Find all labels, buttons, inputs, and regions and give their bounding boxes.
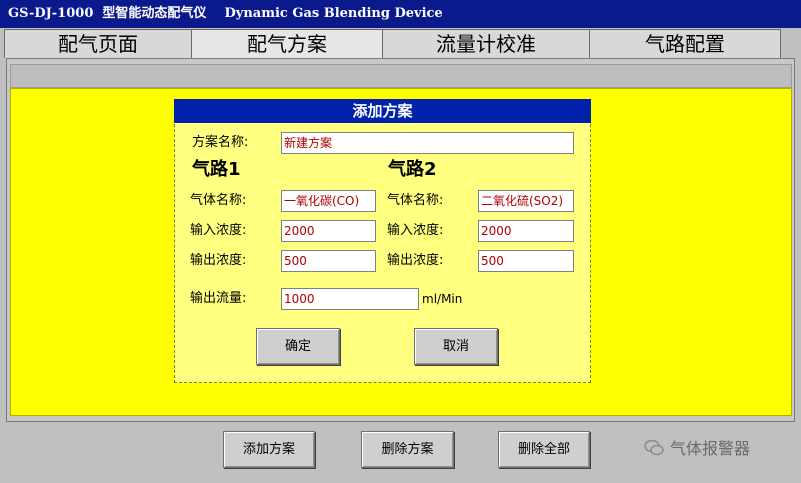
path1-gas-input[interactable]: 一氧化碳(CO) [281,190,376,212]
delete-all-button[interactable]: 删除全部 [498,431,590,468]
dialog-title: 添加方案 [174,99,591,123]
tab-label: 流量计校准 [436,32,536,56]
output-flow-label: 输出流量: [190,291,247,306]
tab-bar: 配气页面 配气方案 流量计校准 气路配置 [0,28,801,58]
cancel-button[interactable]: 取消 [414,328,498,365]
delete-scheme-button[interactable]: 删除方案 [361,431,454,468]
path2-heading: 气路2 [388,159,437,180]
watermark-text: 气体报警器 [670,439,751,458]
toolbar-strip [10,64,792,88]
flow-unit: ml/Min [422,292,463,306]
wechat-icon [644,439,664,456]
path1-gas-label: 气体名称: [190,193,247,208]
path1-input-conc-input[interactable]: 2000 [281,220,376,242]
path1-input-conc-label: 输入浓度: [190,223,247,238]
tab-label: 气路配置 [645,32,725,56]
path1-heading: 气路1 [192,159,241,180]
scheme-name-label: 方案名称: [192,135,249,150]
window-title-bar: GS-DJ-1000 型智能动态配气仪 Dynamic Gas Blending… [0,0,801,28]
add-scheme-button[interactable]: 添加方案 [223,431,315,468]
tab-label: 配气页面 [58,32,138,56]
tab-gas-scheme[interactable]: 配气方案 [191,29,383,58]
path2-output-conc-label: 输出浓度: [387,253,444,268]
path2-output-conc-input[interactable]: 500 [478,250,574,272]
window-title: GS-DJ-1000 型智能动态配气仪 Dynamic Gas Blending… [8,6,443,21]
path2-gas-label: 气体名称: [387,193,444,208]
tab-label: 配气方案 [247,32,327,56]
tab-gas-path-config[interactable]: 气路配置 [589,29,781,58]
path2-input-conc-label: 输入浓度: [387,223,444,238]
scheme-name-input[interactable]: 新建方案 [281,132,574,154]
path1-output-conc-label: 输出浓度: [190,253,247,268]
path1-output-conc-input[interactable]: 500 [281,250,376,272]
tab-gas-page[interactable]: 配气页面 [4,29,192,58]
tab-flowmeter-calibration[interactable]: 流量计校准 [382,29,590,58]
path2-input-conc-input[interactable]: 2000 [478,220,574,242]
path2-gas-input[interactable]: 二氧化硫(SO2) [478,190,574,212]
output-flow-input[interactable]: 1000 [281,288,419,310]
confirm-button[interactable]: 确定 [256,328,340,365]
